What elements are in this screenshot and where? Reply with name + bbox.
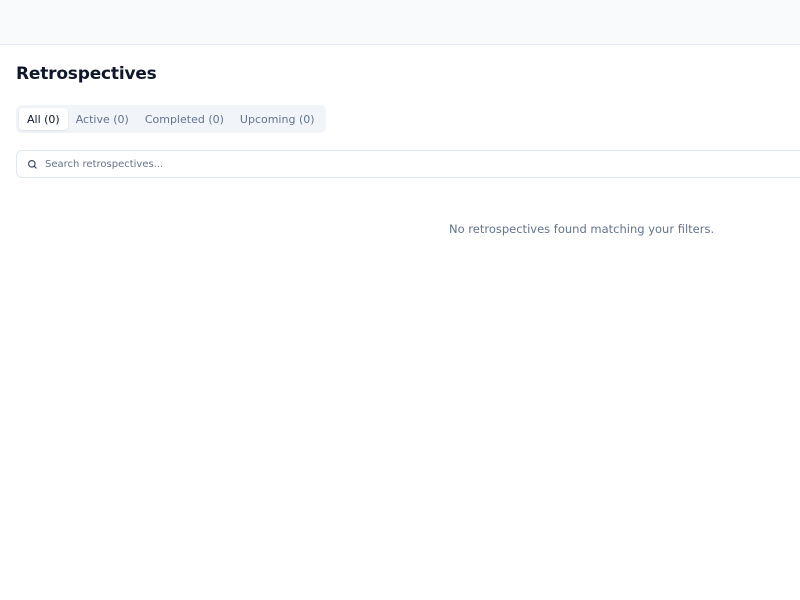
tab-all[interactable]: All (0) (19, 108, 68, 130)
top-header-bar (0, 0, 800, 45)
filter-tabs: All (0) Active (0) Completed (0) Upcomin… (16, 105, 326, 133)
empty-state-message: No retrospectives found matching your fi… (449, 222, 715, 236)
search-input[interactable] (45, 154, 745, 174)
search-icon (26, 158, 38, 170)
search-box[interactable] (16, 150, 800, 178)
page-title: Retrospectives (16, 64, 157, 84)
tab-completed[interactable]: Completed (0) (137, 108, 232, 130)
tab-upcoming[interactable]: Upcoming (0) (232, 108, 323, 130)
tab-active[interactable]: Active (0) (68, 108, 137, 130)
